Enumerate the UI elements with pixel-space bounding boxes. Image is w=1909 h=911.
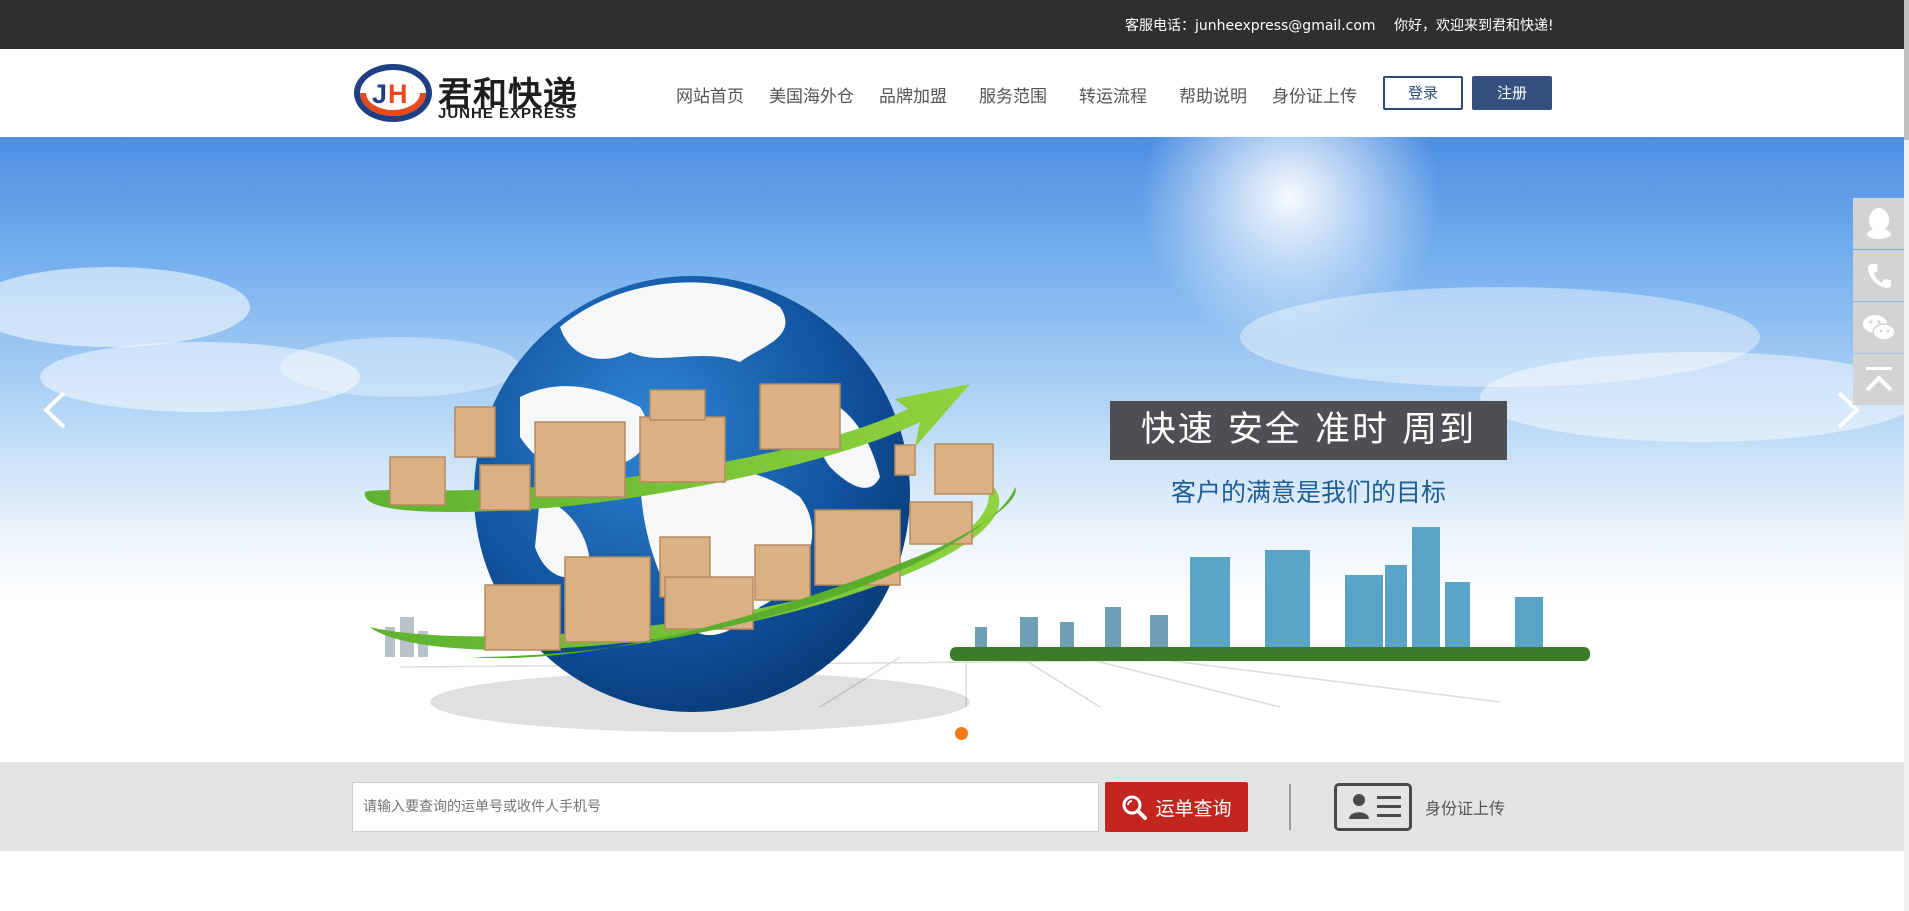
carousel-prev-icon[interactable] [40,387,70,433]
hero-banner: 快速 安全 准时 周到 客户的满意是我们的目标 [0,137,1904,762]
banner-slogan: 快速 安全 准时 周到 [1110,401,1507,460]
hotline-text: 客服电话：junheexpress@gmail.com [1125,18,1376,34]
svg-text:J: J [372,79,387,109]
id-upload-label: 身份证上传 [1425,799,1506,818]
tracking-search-label: 运单查询 [1155,797,1232,820]
nav-item-help[interactable]: 帮助说明 [1179,82,1247,107]
wechat-icon[interactable] [1853,302,1904,353]
nav-item-us-warehouse[interactable]: 美国海外仓 [769,82,854,107]
top-bar-info: 客服电话：junheexpress@gmail.com 你好，欢迎来到君和快递! [1125,15,1568,35]
main-nav: 网站首页 美国海外仓 品牌加盟 服务范围 转运流程 帮助说明 身份证上传 [676,82,1382,107]
top-bar: 客服电话：junheexpress@gmail.com 你好，欢迎来到君和快递! [0,0,1904,49]
page-scrollbar[interactable] [1904,0,1909,911]
logo-name-en: JUNHE EXPRESS [438,105,577,122]
nav-item-home[interactable]: 网站首页 [676,82,744,107]
qq-icon[interactable] [1853,198,1904,249]
login-button[interactable]: 登录 [1383,76,1463,110]
nav-item-franchise[interactable]: 品牌加盟 [879,82,947,107]
register-button[interactable]: 注册 [1472,76,1552,110]
floating-sidebar [1853,198,1904,406]
nav-item-services[interactable]: 服务范围 [979,82,1047,107]
tracking-search-input[interactable] [352,782,1099,832]
scrollbar-thumb[interactable] [1904,0,1909,140]
hero-illustration [0,137,1904,732]
id-upload-link[interactable]: 身份证上传 [1334,783,1505,831]
tracking-search-bar: 运单查询 身份证上传 [0,762,1904,851]
search-icon [1122,795,1148,820]
site-header: J H 君和快递 JUNHE EXPRESS 网站首页 美国海外仓 品牌加盟 服… [0,49,1904,137]
nav-item-process[interactable]: 转运流程 [1079,82,1147,107]
welcome-text: 你好，欢迎来到君和快递! [1394,18,1554,34]
search-divider [1289,784,1291,830]
id-card-icon [1334,783,1412,831]
back-to-top-icon[interactable] [1853,354,1904,405]
svg-text:H: H [388,79,408,109]
banner-subtitle: 客户的满意是我们的目标 [1170,478,1446,507]
nav-item-id-upload[interactable]: 身份证上传 [1272,82,1357,107]
phone-icon[interactable] [1853,250,1904,301]
carousel-dot-active[interactable] [955,727,968,740]
logo-mark-icon: J H [354,64,432,122]
tracking-search-button[interactable]: 运单查询 [1105,782,1248,832]
site-logo[interactable]: J H 君和快递 JUNHE EXPRESS [352,61,584,125]
